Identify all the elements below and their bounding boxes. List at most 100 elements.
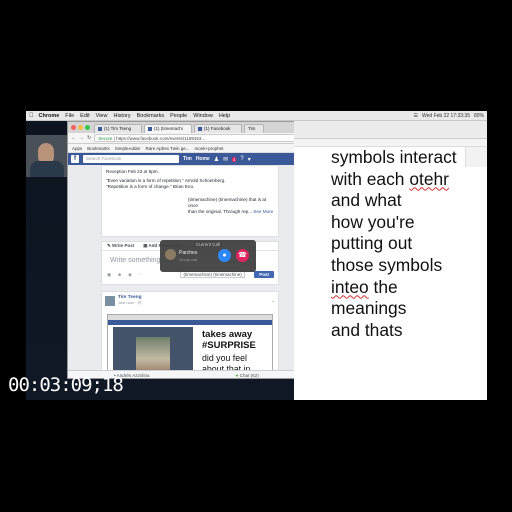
- back-icon[interactable]: ←: [71, 135, 76, 141]
- window-controls: [71, 125, 90, 130]
- chrome-window: (1) Tim Tseng (1) (timemachi (1) Faceboo…: [67, 121, 327, 379]
- text-line: and thats: [331, 319, 403, 340]
- menu-help[interactable]: Help: [219, 113, 230, 119]
- tab-tim[interactable]: Tim: [244, 124, 264, 133]
- avatar[interactable]: [105, 295, 115, 306]
- screen-recording:  Chrome File Edit View History Bookmark…: [26, 111, 487, 400]
- menu-people[interactable]: People: [170, 113, 187, 119]
- close-window-icon[interactable]: [71, 125, 76, 130]
- text-line: and what: [331, 190, 402, 211]
- friends-icon[interactable]: ♟: [214, 156, 219, 163]
- zoom-window-icon[interactable]: [85, 125, 90, 130]
- tab-timemachine[interactable]: (1) (timemachi: [144, 124, 192, 133]
- menu-edit[interactable]: Edit: [80, 113, 89, 119]
- image-text-heading: takes away #SURPRISE: [202, 329, 256, 351]
- text-editor-window: symbols interact with each otehr and wha…: [294, 121, 487, 400]
- bookmark-monk[interactable]: monk+prophet: [195, 146, 224, 151]
- post-text-line: (timemachine) (timemachine) that is at o…: [188, 196, 267, 208]
- tab-label: (1) (timemachi: [154, 126, 183, 131]
- battery-level[interactable]: 80%: [474, 113, 484, 119]
- menu-window[interactable]: Window: [193, 113, 213, 119]
- tab-label: (1) Facebook: [204, 126, 231, 131]
- menu-file[interactable]: File: [65, 113, 74, 119]
- facebook-logo-icon[interactable]: f: [71, 155, 79, 163]
- post-timestamp[interactable]: Just now · Ⓦ: [118, 300, 142, 306]
- menubar-status: ☰ Wed Feb 22 17:33:35 80%: [414, 111, 485, 121]
- tab-strip: (1) Tim Tseng (1) (timemachi (1) Faceboo…: [68, 122, 326, 133]
- wifi-icon[interactable]: ☰: [414, 113, 418, 119]
- video-frame:  Chrome File Edit View History Bookmark…: [0, 0, 512, 512]
- see-more-link[interactable]: See More: [253, 209, 273, 214]
- caller-name: Parches: [179, 250, 198, 256]
- chat-toggle[interactable]: ● Chat (62): [236, 373, 259, 378]
- bookmark-bookmarks[interactable]: Bookmarks: [87, 146, 110, 151]
- profile-link[interactable]: Tim: [183, 156, 192, 162]
- chat-count: Chat (62): [239, 373, 259, 378]
- tab-facebook[interactable]: (1) Facebook: [194, 124, 242, 133]
- event-description-post: Reception Feb 23 at 8pm. "Even variation…: [101, 165, 279, 237]
- tab-tim-tseng[interactable]: (1) Tim Tseng: [94, 124, 142, 133]
- text-line: inteo the: [331, 277, 457, 299]
- clock[interactable]: Wed Feb 22 17:33:35: [422, 113, 470, 119]
- post-button[interactable]: Post: [254, 271, 274, 278]
- forward-icon[interactable]: →: [79, 135, 84, 141]
- facebook-favicon-icon: [98, 126, 102, 131]
- mac-menubar:  Chrome File Edit View History Bookmark…: [26, 111, 487, 121]
- text-line: with each otehr: [331, 169, 457, 191]
- facebook-feed: Reception Feb 23 at 8pm. "Even variation…: [68, 165, 326, 378]
- end-call-icon[interactable]: ☎: [236, 249, 249, 262]
- write-post-tab[interactable]: ✎ Write Post: [107, 243, 134, 249]
- call-title: Current Call: [195, 242, 220, 247]
- text-line: those symbols: [331, 254, 443, 275]
- tab-label: (1) Tim Tseng: [104, 126, 132, 131]
- apple-menu-icon[interactable]: : [29, 113, 34, 119]
- photo-icon[interactable]: ▣: [107, 272, 111, 278]
- messages-icon[interactable]: ✉: [223, 156, 228, 163]
- person-head: [38, 143, 54, 163]
- menu-history[interactable]: History: [113, 113, 130, 119]
- spellcheck-underline[interactable]: otehr: [409, 169, 449, 189]
- menu-chrome[interactable]: Chrome: [39, 113, 60, 119]
- more-icon[interactable]: ⋯: [138, 272, 143, 278]
- video-timecode: 00:03:09;18: [8, 374, 124, 396]
- home-link[interactable]: Home: [196, 156, 210, 162]
- chevron-down-icon[interactable]: ⌄: [271, 298, 275, 304]
- bookmark-apps[interactable]: Apps: [72, 146, 82, 151]
- editor-toolbar: [294, 121, 487, 139]
- url-input[interactable]: Secure | https://www.facebook.com/events…: [94, 134, 316, 142]
- help-icon[interactable]: ?: [240, 156, 243, 162]
- text-line: how you're: [331, 211, 415, 232]
- minimize-window-icon[interactable]: [78, 125, 83, 130]
- current-call-popup: Current Call Parches Group call ● ☎: [160, 240, 256, 272]
- tab-label: Tim: [248, 126, 256, 131]
- text-line: symbols interact: [331, 147, 457, 167]
- post-text: than the original. Through rep...: [188, 209, 253, 215]
- write-post-label: Write Post: [112, 243, 135, 248]
- post-author-block: Tim Tseng Just now · Ⓦ: [118, 295, 142, 306]
- menu-view[interactable]: View: [96, 113, 108, 119]
- facebook-favicon-icon: [148, 126, 152, 131]
- post-text-line: than the original. Through rep... See Mo…: [106, 209, 274, 215]
- facebook-search-input[interactable]: Search Facebook: [83, 155, 179, 163]
- reload-icon[interactable]: ↻: [87, 135, 91, 141]
- bookmark-simpleadder[interactable]: SimpleAdder: [115, 146, 141, 151]
- microphone-icon[interactable]: ●: [218, 249, 231, 262]
- spellcheck-underline[interactable]: inteo: [331, 277, 369, 297]
- caller-avatar: [165, 249, 176, 260]
- address-bar-row: ← → ↻ Secure | https://www.facebook.com/…: [68, 133, 326, 144]
- url-text: https://www.facebook.com/events/1189163.…: [116, 136, 206, 141]
- text-line: meanings: [331, 298, 407, 319]
- feed-post: Tim Tseng Just now · Ⓦ ⌄ takes away #SUR…: [101, 291, 279, 378]
- dropdown-icon[interactable]: ▾: [248, 156, 251, 163]
- call-status: Group call: [179, 257, 198, 262]
- bookmark-aphex[interactable]: Rare Aphex Twin ge...: [146, 146, 190, 151]
- menu-bookmarks[interactable]: Bookmarks: [137, 113, 165, 119]
- audience-selector[interactable]: (timemachine) (timemachine): [180, 271, 245, 278]
- nested-facebook-bar: [108, 320, 272, 325]
- text-line: putting out: [331, 233, 413, 254]
- editor-text[interactable]: symbols interact with each otehr and wha…: [331, 147, 457, 341]
- notification-badge[interactable]: 4: [232, 156, 237, 162]
- location-icon[interactable]: ◉: [128, 272, 132, 278]
- secure-label: Secure: [98, 136, 113, 141]
- tag-icon[interactable]: ☻: [117, 272, 122, 277]
